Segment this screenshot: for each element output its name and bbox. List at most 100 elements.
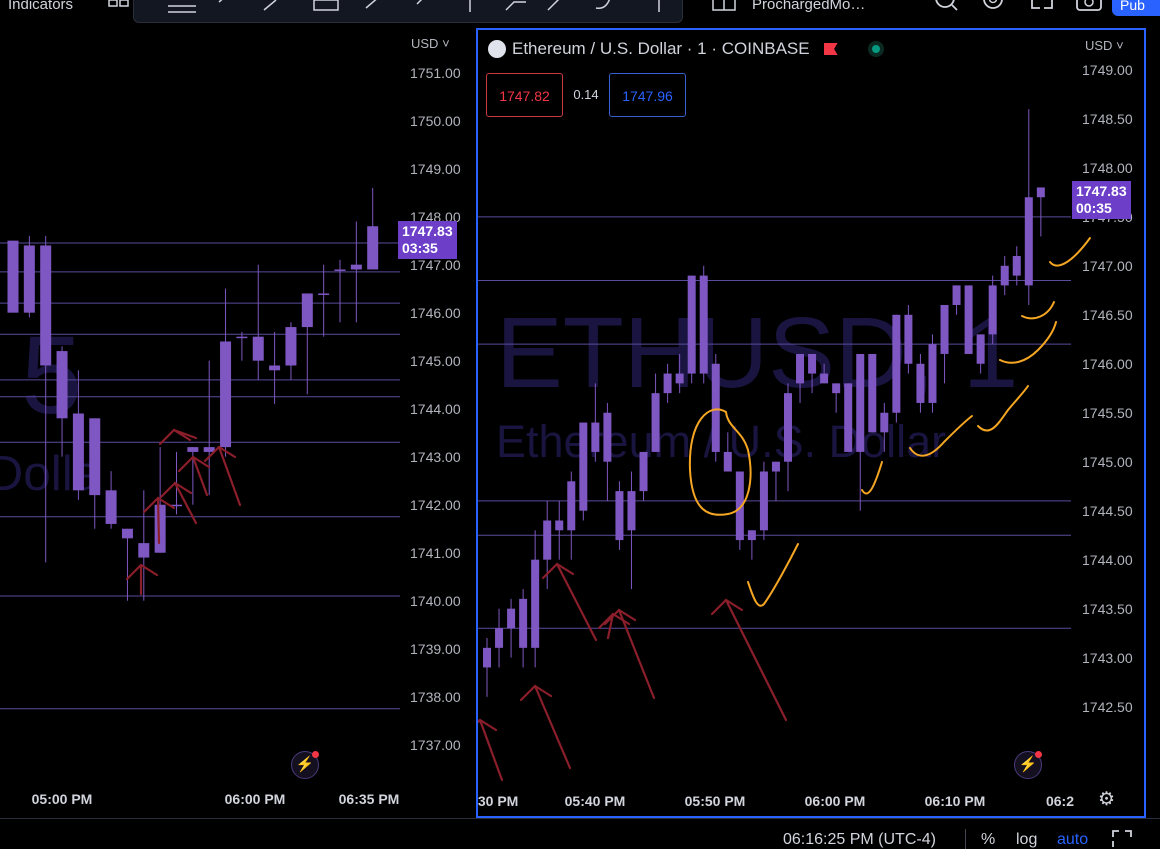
candle xyxy=(1012,246,1021,286)
ethereum-icon xyxy=(488,40,506,58)
arrow-shaft xyxy=(533,684,572,770)
spread-value: 0.14 xyxy=(573,87,599,102)
price-tick-label: 1748.50 xyxy=(1082,110,1133,127)
time-tick-label: 05:50 PM xyxy=(684,793,746,809)
currency-label: USD xyxy=(1085,38,1113,53)
candle xyxy=(23,235,35,318)
price-tick-label: 1745.00 xyxy=(1082,453,1133,470)
bottom-toolbar: 06:16:25 PM (UTC-4) % log auto xyxy=(0,818,1160,849)
auto-toggle[interactable]: auto xyxy=(1057,831,1088,849)
clock[interactable]: 06:16:25 PM (UTC-4) xyxy=(783,831,936,849)
legend-title[interactable]: Ethereum / U.S. Dollar · 1 · COINBASE xyxy=(512,39,810,59)
buy-button[interactable]: 1747.96 xyxy=(609,73,686,117)
price-tick-label: 1746.00 xyxy=(410,304,461,321)
candle-body xyxy=(236,336,248,339)
fullscreen-icon[interactable] xyxy=(1029,0,1055,14)
layouts-icon[interactable] xyxy=(108,0,130,14)
candle-body xyxy=(531,559,540,648)
fullscreen-icon[interactable] xyxy=(1111,829,1133,849)
candle xyxy=(747,530,756,560)
arrow-shaft xyxy=(156,496,161,545)
candle-body xyxy=(904,314,913,364)
candle-body xyxy=(220,341,232,448)
camera-icon[interactable] xyxy=(1075,0,1103,14)
time-tick-label: 06:00 PM xyxy=(804,793,866,809)
candle-body xyxy=(138,543,150,558)
sell-button[interactable]: 1747.82 xyxy=(486,73,563,117)
candle xyxy=(964,285,973,354)
currency-selector[interactable]: USD ˅ xyxy=(411,36,450,51)
drawing-tools-icons[interactable] xyxy=(134,0,682,22)
candle-body xyxy=(252,336,264,361)
price-tick-label: 1749.00 xyxy=(410,160,461,177)
price-tick-label: 1739.00 xyxy=(410,640,461,657)
separator xyxy=(965,829,966,849)
log-toggle[interactable]: log xyxy=(1016,831,1037,849)
candle xyxy=(892,314,901,423)
candle xyxy=(121,528,133,601)
candle-body xyxy=(285,327,297,366)
price-tick-label: 1749.00 xyxy=(1082,61,1133,78)
compare-icon[interactable] xyxy=(712,0,738,14)
candle xyxy=(334,259,346,323)
candle-body xyxy=(187,447,199,452)
price-tick-label: 1747.00 xyxy=(1082,257,1133,274)
price-tick-label: 1741.00 xyxy=(410,544,461,561)
watermark-description: . Dolla xyxy=(0,446,101,501)
bolt-icon[interactable]: ⚡ xyxy=(291,751,319,779)
candle-body xyxy=(868,353,877,433)
candle-body xyxy=(507,608,516,629)
symbol-legend[interactable]: Ethereum / U.S. Dollar · 1 · COINBASE xyxy=(488,39,884,59)
time-tick-label: 05:40 PM xyxy=(564,793,626,809)
candle xyxy=(220,288,232,457)
price-tick-label: 1742.50 xyxy=(1082,698,1133,715)
candle xyxy=(519,589,528,668)
left-chart-canvas[interactable]: , 5. Dolla xyxy=(0,28,473,818)
arrow-shaft xyxy=(478,718,504,782)
price-tick-label: 1743.00 xyxy=(1082,649,1133,666)
price-tick-label: 1743.00 xyxy=(410,448,461,465)
right-chart-canvas[interactable]: ETHUSD, 1 Ethereum / U.S. Dollar xyxy=(478,30,1144,816)
last-price: 1747.83 xyxy=(402,222,453,239)
candle-body xyxy=(651,393,660,452)
currency-selector[interactable]: USD ˅ xyxy=(1085,38,1124,53)
candle-body xyxy=(952,285,961,305)
candle-body xyxy=(7,240,19,313)
watermark-symbol: ETHUSD, 1 xyxy=(496,297,1018,409)
time-tick-label: 05:00 PM xyxy=(31,791,93,807)
flag-icon[interactable] xyxy=(823,43,838,55)
last-price-label: 1747.83 00:35 xyxy=(1072,180,1131,219)
market-status-icon[interactable] xyxy=(867,41,884,57)
time-tick-label: 05:30 PM xyxy=(477,793,519,809)
chart-pane-right[interactable]: ETHUSD, 1 Ethereum / U.S. Dollar Ethereum… xyxy=(476,28,1146,818)
chart-pane-left[interactable]: , 5. Dolla USD ˅ 1751.00 1750.00 1749.00 17… xyxy=(0,28,473,818)
percent-toggle[interactable]: % xyxy=(981,831,995,849)
time-tick-label: 06:00 PM xyxy=(224,791,286,807)
candle xyxy=(844,383,853,452)
candle xyxy=(531,530,540,668)
candle-body xyxy=(856,353,865,452)
candle-body xyxy=(567,481,576,531)
layout-name[interactable]: ProchargedMo… xyxy=(752,0,865,13)
settings-gear-icon[interactable]: ⚙ xyxy=(1098,788,1115,811)
price-tick-label: 1746.00 xyxy=(1082,355,1133,372)
gear-icon[interactable] xyxy=(981,0,1007,14)
price-tick-label: 1744.00 xyxy=(410,400,461,417)
candle-body xyxy=(796,353,805,384)
arrow-annotation xyxy=(203,445,242,507)
bolt-icon[interactable]: ⚡ xyxy=(1014,751,1042,779)
search-icon[interactable] xyxy=(933,0,959,14)
publish-button[interactable]: Pub xyxy=(1112,0,1160,16)
price-tick-label: 1738.00 xyxy=(410,688,461,705)
candle-body xyxy=(40,245,52,366)
candle-body xyxy=(675,373,684,384)
candle xyxy=(615,481,624,550)
candle-body xyxy=(808,353,817,374)
pen-annotation xyxy=(1021,301,1055,320)
indicators-button[interactable]: Indicators xyxy=(8,0,73,13)
pen-annotation xyxy=(747,543,799,607)
candle xyxy=(203,360,215,496)
arrow-shaft xyxy=(617,608,656,700)
last-price: 1747.83 xyxy=(1076,182,1127,199)
last-price-label: 1747.83 03:35 xyxy=(398,220,457,259)
